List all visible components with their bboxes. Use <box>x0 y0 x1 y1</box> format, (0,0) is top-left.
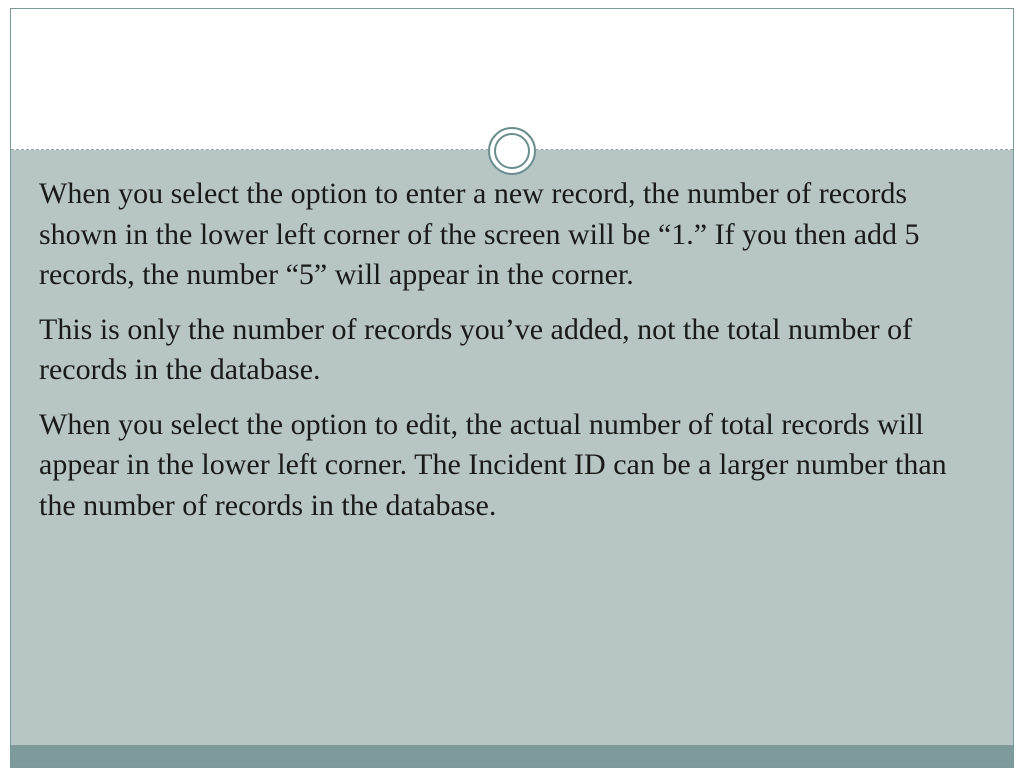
slide-bottom-bar <box>11 745 1013 767</box>
circle-inner-ring <box>494 133 530 169</box>
paragraph-2: This is only the number of records you’v… <box>39 310 985 391</box>
circle-outer-ring <box>488 127 536 175</box>
slide-frame: When you select the option to enter a ne… <box>10 8 1014 768</box>
paragraph-3: When you select the option to edit, the … <box>39 405 985 527</box>
slide-content: When you select the option to enter a ne… <box>11 150 1013 745</box>
paragraph-1: When you select the option to enter a ne… <box>39 174 985 296</box>
circle-ornament <box>488 127 536 175</box>
